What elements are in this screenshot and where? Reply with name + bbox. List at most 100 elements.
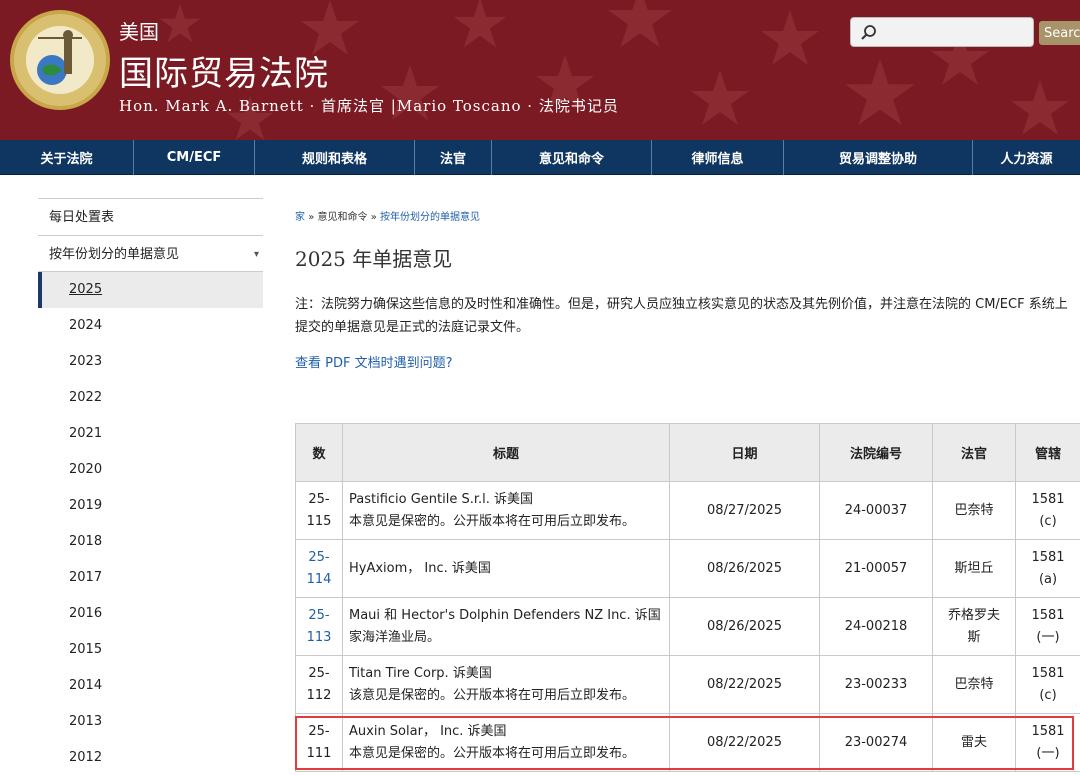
column-header-title[interactable]: 标题 [342,423,670,482]
jurisdiction-part: 1581 [1031,723,1065,739]
jurisdiction-part: 1581 [1031,549,1065,565]
column-header-jurisdiction[interactable]: 管辖 [1015,423,1080,482]
sidebar-year-2018[interactable]: 2018 [38,524,263,560]
nav-item-about[interactable]: 关于法院 [0,140,134,175]
search-icon [861,25,876,40]
jurisdiction-part: (c) [1039,687,1057,703]
sidebar-year-2016[interactable]: 2016 [38,596,263,632]
judge-name: 乔格罗夫斯 [932,597,1016,656]
column-header-judge[interactable]: 法官 [932,423,1016,482]
table-row: 25- 115 Pastificio Gentile S.r.l. 诉美国 本意见是… [295,481,1080,540]
nav-item-human-resources[interactable]: 人力资源 [973,140,1080,175]
breadcrumb: 家 » 意见和命令 » 按年份划分的单据意见 [295,208,480,223]
opinion-number: 25- 111 [295,713,343,772]
opinion-number: 25- 112 [295,655,343,714]
opinion-title-line: Auxin Solar， Inc. 诉美国 [349,723,507,739]
nav-item-judges[interactable]: 法官 [415,140,492,175]
search-box [850,17,1034,47]
column-header-court-number[interactable]: 法院编号 [819,423,933,482]
opinion-number-part[interactable]: 114 [307,572,332,587]
judge-name: 雷夫 [932,713,1016,772]
sidebar-year-2024[interactable]: 2024 [38,308,263,344]
sidebar-year-2021[interactable]: 2021 [38,416,263,452]
opinion-number-part: 25- [308,491,330,507]
main-nav: 关于法院 CM/ECF 规则和表格 法官 意见和命令 律师信息 贸易调整协助 人… [0,140,1080,175]
opinion-title-line: 该意见是保密的。公开版本将在可用后立即发布。 [349,687,636,703]
breadcrumb-opinions-by-year[interactable]: 按年份划分的单据意见 [380,212,480,223]
opinion-number-part[interactable]: 113 [307,630,332,645]
table-row: 25- 113 Maui 和 Hector's Dolphin Defenders… [295,597,1080,656]
jurisdiction: 1581 (一) [1015,597,1080,656]
sidebar-year-2015[interactable]: 2015 [38,632,263,668]
court-number: 23-00274 [819,713,933,772]
sidebar-item-label: 每日处置表 [49,210,115,225]
opinion-number: 25- 115 [295,481,343,540]
opinions-table: 数 标题 日期 法院编号 法官 管辖 25- 115 Pastificio Gen… [295,423,1080,772]
sidebar-item-opinions-by-year[interactable]: 按年份划分的单据意见 ▾ [38,235,263,272]
opinion-number-link[interactable]: 25- 113 [295,597,343,656]
sidebar-year-2025[interactable]: 2025 [38,272,263,308]
opinion-date: 08/26/2025 [669,539,820,598]
nav-item-trade-adjustment[interactable]: 贸易调整协助 [784,140,973,175]
opinion-date: 08/22/2025 [669,713,820,772]
court-number: 24-00218 [819,597,933,656]
opinion-number-part: 25- [308,665,330,681]
sidebar: 每日处置表 按年份划分的单据意见 ▾ 2025 2024 2023 2022 2… [38,198,263,775]
opinion-title-line: 本意见是保密的。公开版本将在可用后立即发布。 [349,745,636,761]
chevron-down-icon: ▾ [253,249,259,260]
nav-item-cmecf[interactable]: CM/ECF [134,140,255,175]
table-header-row: 数 标题 日期 法院编号 法官 管辖 [295,423,1080,482]
nav-item-opinions-orders[interactable]: 意见和命令 [492,140,652,175]
sidebar-year-2014[interactable]: 2014 [38,668,263,704]
court-number: 21-00057 [819,539,933,598]
sidebar-year-2013[interactable]: 2013 [38,704,263,740]
jurisdiction: 1581 (c) [1015,655,1080,714]
site-subtitle: Hon. Mark A. Barnett · 首席法官 |Mario Tosca… [119,97,619,115]
opinion-title-line: Pastificio Gentile S.r.l. 诉美国 [349,491,534,507]
breadcrumb-opinions-orders[interactable]: 意见和命令 [318,212,368,223]
opinion-title: Auxin Solar， Inc. 诉美国本意见是保密的。公开版本将在可用后立即… [342,713,670,772]
opinion-number-part[interactable]: 25- [308,550,329,565]
nav-item-attorney-info[interactable]: 律师信息 [652,140,784,175]
court-seal-icon[interactable] [8,8,112,112]
court-number: 24-00037 [819,481,933,540]
opinion-number-part[interactable]: 25- [308,608,329,623]
disclaimer-note: 注：法院努力确保这些信息的及时性和准确性。但是，研究人员应独立核实意见的状态及其… [295,297,1068,335]
sidebar-year-2023[interactable]: 2023 [38,344,263,380]
jurisdiction-part: 1581 [1031,491,1065,507]
site-title-country: 美国 [119,20,159,44]
breadcrumb-home[interactable]: 家 [295,212,305,223]
sidebar-year-2019[interactable]: 2019 [38,488,263,524]
opinion-number-link[interactable]: 25- 114 [295,539,343,598]
jurisdiction-part: 1581 [1031,607,1065,623]
opinion-title-line: 家海洋渔业局。 [349,629,441,645]
table-row: 25- 112 Titan Tire Corp. 诉美国该意见是保密的。公开版本将… [295,655,1080,714]
column-header-number[interactable]: 数 [295,423,343,482]
column-header-date[interactable]: 日期 [669,423,820,482]
sidebar-year-2022[interactable]: 2022 [38,380,263,416]
judge-name: 巴奈特 [932,655,1016,714]
sidebar-year-2017[interactable]: 2017 [38,560,263,596]
jurisdiction: 1581 (a) [1015,539,1080,598]
search-button[interactable]: Search [1039,21,1080,45]
opinion-number-part: 115 [306,513,332,529]
opinion-title-line: Titan Tire Corp. 诉美国 [349,665,492,681]
nav-item-rules-forms[interactable]: 规则和表格 [255,140,415,175]
opinion-number-part: 25- [308,723,330,739]
sidebar-year-2020[interactable]: 2020 [38,452,263,488]
search-input[interactable] [883,18,1033,46]
pdf-help-link[interactable]: 查看 PDF 文档时遇到问题? [295,352,453,371]
opinion-date: 08/27/2025 [669,481,820,540]
jurisdiction-part: (一) [1036,745,1060,761]
opinion-title: Pastificio Gentile S.r.l. 诉美国本意见是保密的。公开版… [342,481,670,540]
judge-name-part: 乔格罗夫 [947,607,1000,623]
sidebar-item-daily-disposition[interactable]: 每日处置表 [38,198,263,235]
site-title[interactable]: 国际贸易法院 [119,46,329,95]
site-header: 美国 国际贸易法院 Hon. Mark A. Barnett · 首席法官 |M… [0,0,1080,140]
opinion-title-line: 本意见是保密的。公开版本将在可用后立即发布。 [349,513,636,529]
jurisdiction: 1581 (c) [1015,481,1080,540]
sidebar-year-2012[interactable]: 2012 [38,740,263,775]
jurisdiction-part: (a) [1038,571,1058,587]
jurisdiction-part: (c) [1039,513,1057,529]
opinion-date: 08/22/2025 [669,655,820,714]
